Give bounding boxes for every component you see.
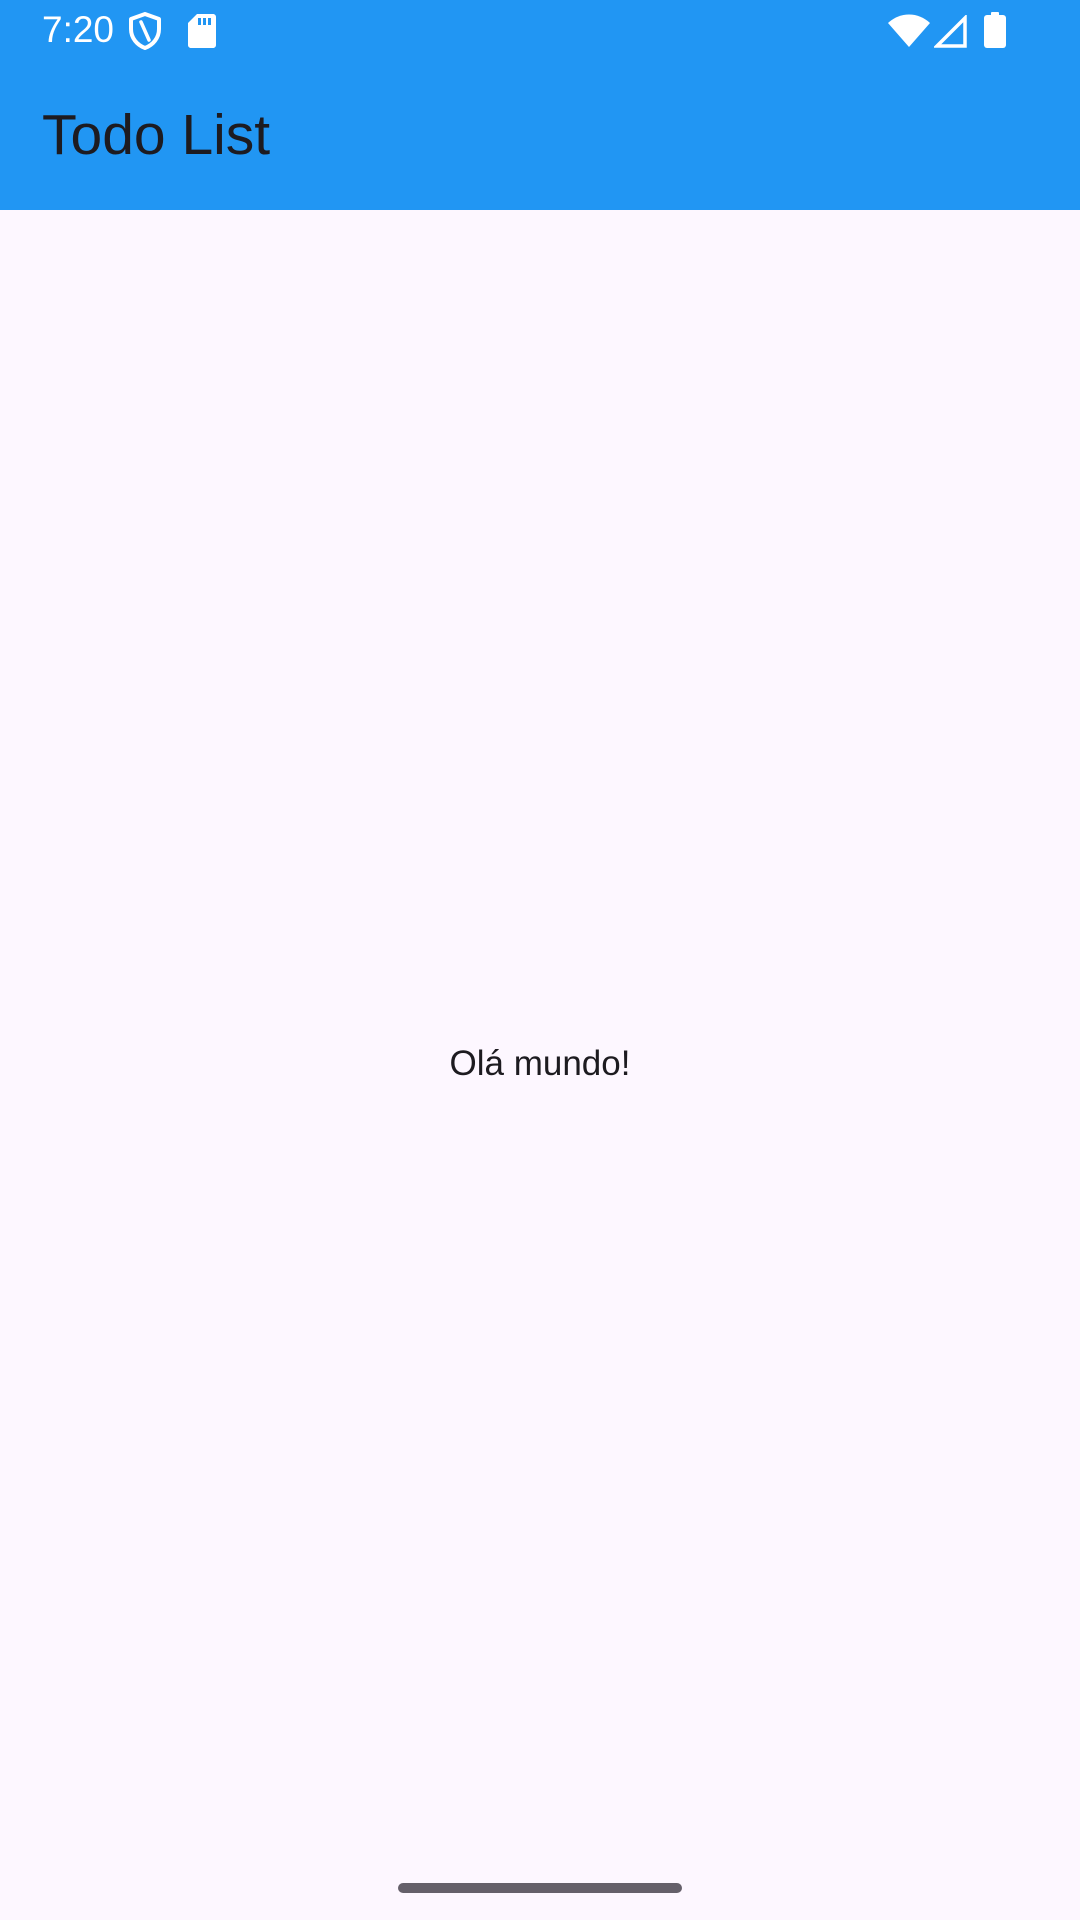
battery-icon [984, 12, 1006, 48]
main-content: Olá mundo! [0, 210, 1080, 1920]
cell-signal-icon [934, 15, 967, 48]
wifi-icon [888, 14, 930, 47]
shield-icon [129, 12, 161, 50]
sd-card-icon [188, 14, 216, 48]
app-bar: Todo List [0, 62, 1080, 210]
app-screen: 7:20 Todo List Olá mundo! [0, 0, 1080, 1920]
app-title: Todo List [42, 103, 271, 167]
greeting-text: Olá mundo! [449, 1044, 631, 1083]
status-time: 7:20 [42, 9, 115, 50]
home-indicator[interactable] [398, 1883, 682, 1893]
header-area: 7:20 Todo List [0, 0, 1080, 210]
status-bar: 7:20 [0, 0, 1080, 62]
